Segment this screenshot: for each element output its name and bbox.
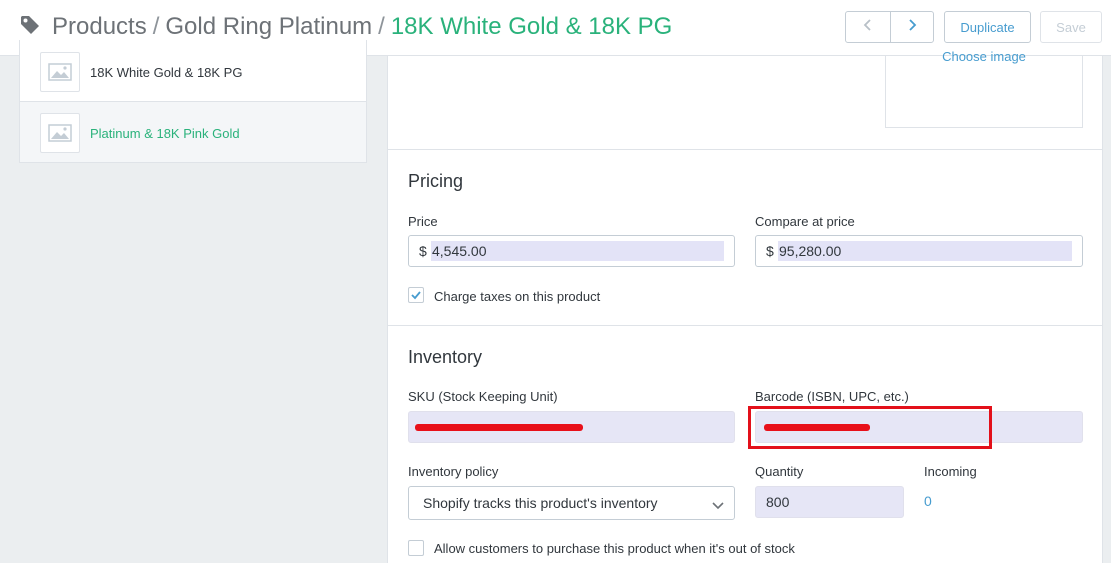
charge-taxes-label: Charge taxes on this product xyxy=(434,289,601,304)
divider xyxy=(388,149,1102,150)
choose-image-link[interactable]: Choose image xyxy=(886,49,1082,64)
quantity-label: Quantity xyxy=(755,464,804,479)
variant-form: Choose image Pricing Price $ 4,545.00 Co… xyxy=(387,49,1103,563)
variant-pager xyxy=(845,11,934,43)
previous-button[interactable] xyxy=(846,12,890,42)
currency-prefix: $ xyxy=(419,243,427,259)
price-input[interactable]: $ 4,545.00 xyxy=(408,235,735,267)
tag-icon xyxy=(19,14,41,36)
image-placeholder-icon xyxy=(40,52,80,92)
redaction-mark xyxy=(415,424,583,431)
compare-price-label: Compare at price xyxy=(755,214,855,229)
save-button[interactable]: Save xyxy=(1040,11,1102,43)
variant-item-active[interactable]: Platinum & 18K Pink Gold xyxy=(20,101,366,162)
sku-input[interactable] xyxy=(408,411,735,443)
quantity-input[interactable]: 800 xyxy=(755,486,904,518)
incoming-value[interactable]: 0 xyxy=(924,493,932,509)
variant-item[interactable]: 18K White Gold & 18K PG xyxy=(20,40,366,101)
image-dropzone[interactable]: Choose image xyxy=(885,49,1083,128)
highlight-box xyxy=(748,406,992,449)
inventory-policy-label: Inventory policy xyxy=(408,464,499,479)
breadcrumb-current-variant: 18K White Gold & 18K PG xyxy=(390,13,673,40)
sku-label: SKU (Stock Keeping Unit) xyxy=(408,389,558,404)
variants-list: 18K White Gold & 18K PG Platinum & 18K P… xyxy=(19,40,367,163)
allow-oos-label: Allow customers to purchase this product… xyxy=(434,541,795,556)
compare-price-value: 95,280.00 xyxy=(778,241,1072,261)
chevron-down-icon xyxy=(712,498,724,514)
compare-price-input[interactable]: $ 95,280.00 xyxy=(755,235,1083,267)
variant-label: Platinum & 18K Pink Gold xyxy=(90,126,240,141)
price-label: Price xyxy=(408,214,438,229)
next-button[interactable] xyxy=(889,12,934,42)
duplicate-button[interactable]: Duplicate xyxy=(944,11,1031,43)
price-value: 4,545.00 xyxy=(431,241,724,261)
chevron-right-icon xyxy=(907,18,917,37)
variant-label: 18K White Gold & 18K PG xyxy=(90,65,243,80)
breadcrumb-separator: / xyxy=(152,13,160,40)
breadcrumb: Products / Gold Ring Platinum/18K White Go… xyxy=(52,12,672,42)
breadcrumb-separator: / xyxy=(378,13,385,40)
allow-oos-checkbox[interactable] xyxy=(408,540,424,556)
breadcrumb-products[interactable]: Products xyxy=(52,13,147,40)
inventory-title: Inventory xyxy=(408,347,483,367)
breadcrumb-product[interactable]: Gold Ring Platinum xyxy=(165,13,372,40)
chevron-left-icon xyxy=(863,18,873,37)
incoming-label: Incoming xyxy=(924,464,977,479)
divider xyxy=(388,325,1102,326)
quantity-value: 800 xyxy=(766,494,790,510)
charge-taxes-checkbox[interactable] xyxy=(408,287,424,303)
pricing-title: Pricing xyxy=(408,171,464,191)
inventory-policy-value: Shopify tracks this product's inventory xyxy=(423,495,658,511)
barcode-label: Barcode (ISBN, UPC, etc.) xyxy=(755,389,909,404)
image-placeholder-icon xyxy=(40,113,80,153)
inventory-policy-select[interactable]: Shopify tracks this product's inventory xyxy=(408,486,735,520)
currency-prefix: $ xyxy=(766,243,774,259)
